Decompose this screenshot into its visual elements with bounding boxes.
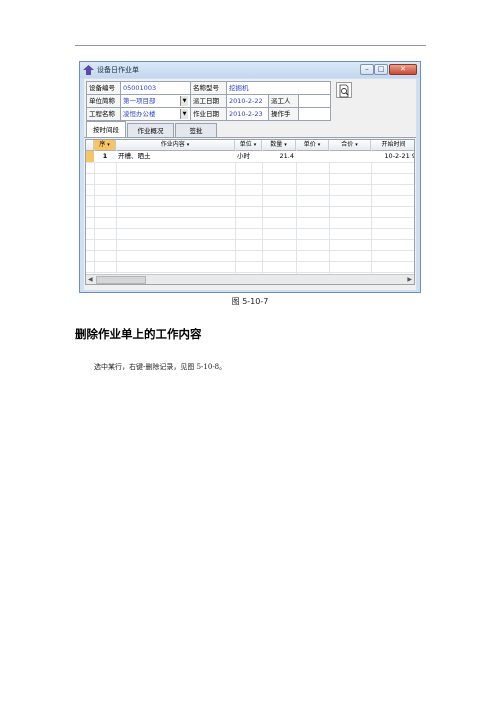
- cell-unit[interactable]: 小时: [237, 151, 262, 162]
- sort-arrow-icon: ▾: [253, 142, 257, 148]
- print-preview-icon: [339, 84, 349, 98]
- tab-approval[interactable]: 签批: [175, 123, 217, 137]
- instruction-paragraph: 选中某行，右键-删除记录，见图 5-10-8。: [94, 363, 227, 371]
- close-button[interactable]: ✕: [389, 64, 417, 75]
- col-qty-label: 数量: [270, 141, 283, 148]
- unit-dropdown-arrow-icon[interactable]: ▼: [180, 95, 188, 106]
- unit-label: 单位简称: [86, 94, 121, 108]
- minimize-button[interactable]: –: [360, 64, 374, 75]
- cell-qty[interactable]: 21.4: [262, 151, 294, 162]
- unit-select[interactable]: 第一项目部 ▼: [120, 94, 191, 108]
- sort-arrow-icon: ▾: [107, 142, 110, 148]
- window-title: 设备日作业单: [97, 66, 139, 74]
- equip-no-label: 设备编号: [86, 81, 121, 95]
- equip-no-field[interactable]: 05001003: [120, 81, 191, 95]
- app-icon: [83, 65, 94, 75]
- col-header-qty[interactable]: 数量 ▾: [262, 140, 296, 150]
- operator-field[interactable]: [297, 107, 332, 121]
- figure-caption: 图 5-10-7: [231, 297, 269, 306]
- header-form: 设备编号 05001003 名称型号 挖掘机 单位简称 第一项目部 ▼ 派工日期 …: [86, 81, 332, 121]
- name-model-label: 名称型号: [190, 81, 227, 95]
- col-amount-label: 合价: [341, 141, 354, 148]
- col-unit-label: 单位: [239, 141, 252, 148]
- col-price-label: 单价: [303, 141, 316, 148]
- col-header-content[interactable]: 作业内容 ▾: [116, 140, 235, 150]
- col-header-amount[interactable]: 合价 ▾: [329, 140, 371, 150]
- cell-start-time[interactable]: 10-2-21 9: [371, 151, 414, 162]
- sort-arrow-icon: ▾: [284, 142, 287, 148]
- col-header-seq[interactable]: 序 ▾: [94, 140, 116, 150]
- tab-work-overview[interactable]: 作业概况: [127, 123, 174, 137]
- tab-by-time-period[interactable]: 按时间段: [86, 121, 126, 138]
- sort-arrow-icon: ▾: [186, 142, 190, 148]
- dispatcher-label: 派工人: [268, 94, 299, 108]
- empty-row[interactable]: [86, 261, 414, 273]
- cell-seq[interactable]: 1: [94, 151, 116, 162]
- col-content-label: 作业内容: [160, 141, 185, 148]
- row-selector[interactable]: [86, 151, 94, 162]
- unit-value: 第一项目部: [123, 96, 156, 105]
- work-date-label: 作业日期: [190, 107, 227, 121]
- project-select[interactable]: 凌恒办公楼 ▼: [120, 107, 191, 121]
- col-seq-label: 序: [99, 141, 106, 148]
- project-value: 凌恒办公楼: [123, 109, 156, 118]
- tab-underline: [84, 137, 416, 138]
- work-date-field[interactable]: 2010-2-23: [226, 107, 269, 121]
- top-rule: [75, 45, 426, 46]
- section-heading: 删除作业单上的工作内容: [75, 327, 202, 341]
- grid-select-all-corner[interactable]: [86, 140, 94, 150]
- print-preview-button[interactable]: [336, 82, 352, 98]
- col-header-unit[interactable]: 单位 ▾: [235, 140, 262, 150]
- col-start-time-label: 开始时间: [381, 141, 406, 148]
- cell-price[interactable]: [296, 151, 327, 162]
- cell-content[interactable]: 开槽、晒土: [118, 151, 234, 162]
- sort-arrow-icon: ▾: [355, 142, 358, 148]
- dispatcher-field[interactable]: [297, 94, 332, 108]
- dispatch-date-field[interactable]: 2010-2-22: [226, 94, 269, 108]
- scroll-left-arrow-icon[interactable]: ◀: [88, 275, 93, 284]
- maximize-button[interactable]: □: [374, 64, 388, 75]
- grid-header: 序 ▾ 作业内容 ▾ 单位 ▾ 数量 ▾ 单价 ▾ 合价 ▾ 开始时间: [86, 140, 414, 151]
- work-items-grid: 序 ▾ 作业内容 ▾ 单位 ▾ 数量 ▾ 单价 ▾ 合价 ▾ 开始时间 1 开槽、晒土 小时…: [85, 139, 415, 285]
- title-bar: 设备日作业单 – □ ✕: [80, 62, 420, 78]
- sort-arrow-icon: ▾: [317, 142, 321, 148]
- project-label: 工程名称: [86, 107, 121, 121]
- horizontal-scrollbar[interactable]: ◀ ▶: [86, 274, 414, 284]
- name-model-field[interactable]: 挖掘机: [225, 81, 332, 95]
- dispatch-date-label: 派工日期: [190, 94, 227, 108]
- scrollbar-thumb[interactable]: [96, 276, 146, 284]
- project-dropdown-arrow-icon[interactable]: ▼: [180, 108, 188, 119]
- window-client: 设备编号 05001003 名称型号 挖掘机 单位简称 第一项目部 ▼ 派工日期 …: [84, 79, 416, 290]
- cell-amount[interactable]: [329, 151, 369, 162]
- scroll-right-arrow-icon[interactable]: ▶: [407, 275, 412, 284]
- col-header-price[interactable]: 单价 ▾: [296, 140, 329, 150]
- daily-work-order-window: 设备日作业单 – □ ✕ 设备编号 05001003 名称型号 挖掘机 单位简称…: [79, 61, 421, 293]
- operator-label: 操作手: [268, 107, 299, 121]
- col-header-start-time[interactable]: 开始时间: [371, 140, 414, 150]
